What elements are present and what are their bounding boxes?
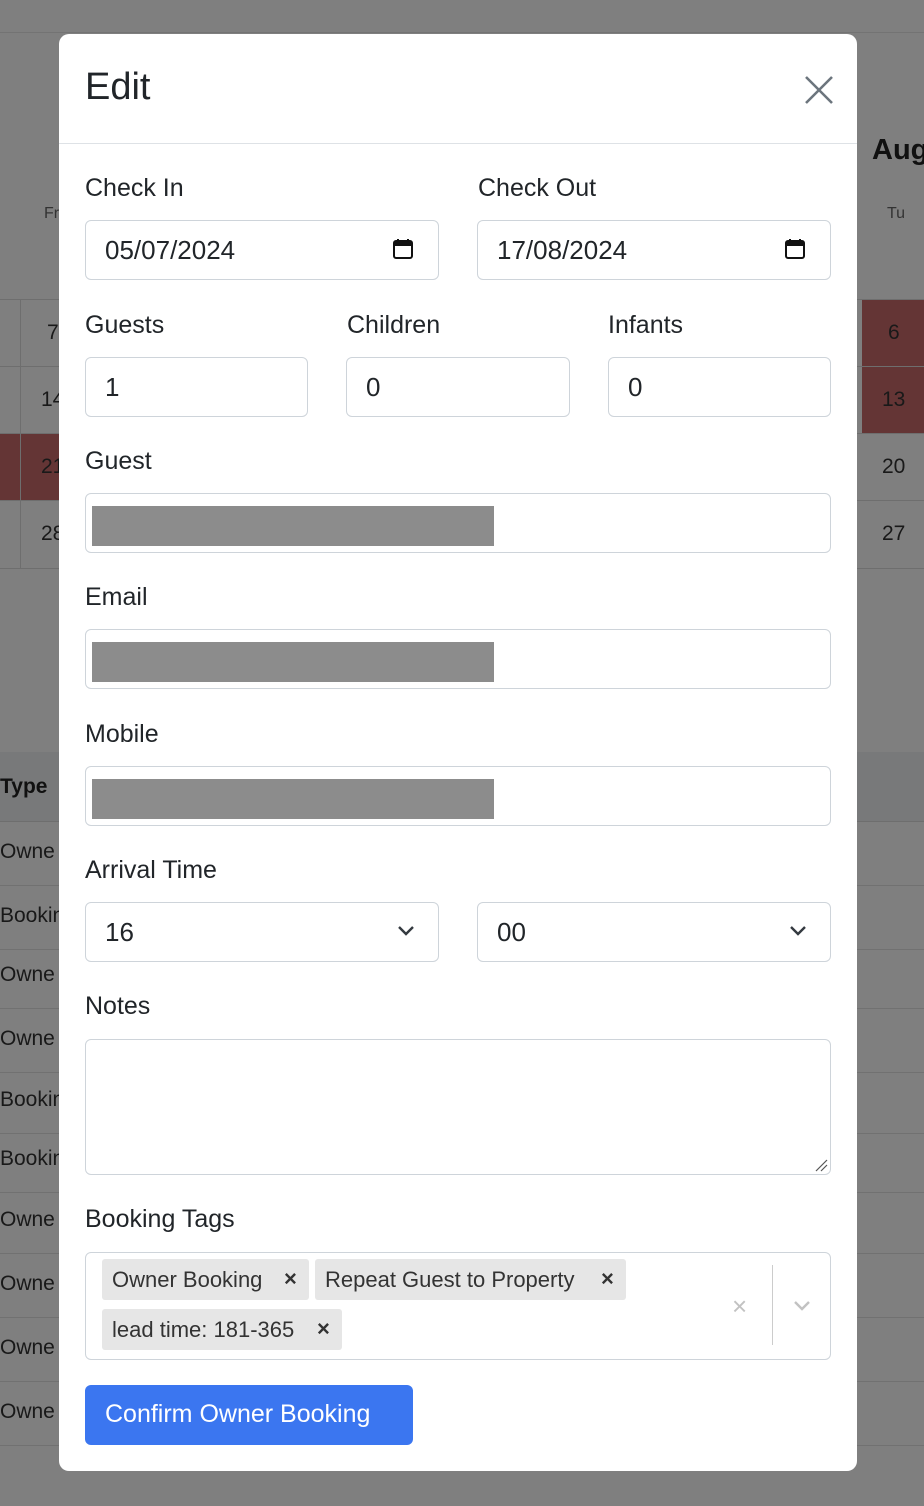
- check-out-value: 17/08/2024: [497, 235, 628, 265]
- confirm-owner-booking-button[interactable]: Confirm Owner Booking: [85, 1385, 413, 1445]
- email-field[interactable]: [85, 629, 831, 689]
- check-out-label: Check Out: [478, 174, 597, 202]
- mobile-field[interactable]: [85, 766, 831, 826]
- booking-tags-label: Booking Tags: [85, 1205, 235, 1233]
- chevron-down-icon: [790, 926, 806, 936]
- confirm-button-label: Confirm Owner Booking: [105, 1400, 371, 1428]
- email-label: Email: [85, 583, 148, 611]
- guests-input[interactable]: 1: [85, 357, 308, 417]
- chevron-down-icon: [398, 926, 414, 936]
- redacted-value: [92, 506, 494, 546]
- tag-chip: Owner Booking ×: [102, 1259, 309, 1300]
- children-label: Children: [347, 311, 441, 339]
- tag-chip: lead time: 181-365 ×: [102, 1309, 342, 1350]
- notes-textarea[interactable]: [85, 1039, 831, 1175]
- check-out-date-input[interactable]: 17/08/2024: [477, 220, 831, 280]
- infants-input[interactable]: 0: [608, 357, 831, 417]
- guests-label: Guests: [85, 311, 165, 339]
- mobile-label: Mobile: [85, 720, 159, 748]
- modal-title: Edit: [85, 66, 151, 108]
- arrival-hour-select[interactable]: 16: [85, 902, 439, 962]
- notes-label: Notes: [85, 992, 151, 1020]
- modal-header: Edit: [59, 34, 857, 144]
- redacted-value: [92, 779, 494, 819]
- close-icon: [805, 76, 833, 104]
- tag-label: Repeat Guest to Property: [325, 1267, 575, 1292]
- tag-chip: Repeat Guest to Property ×: [315, 1259, 626, 1300]
- arrival-minute-value: 00: [497, 917, 526, 947]
- infants-value: 0: [628, 372, 643, 402]
- children-input[interactable]: 0: [346, 357, 570, 417]
- edit-booking-modal: Edit Check In 05/07/2024 Check Out 17/08…: [59, 34, 857, 1471]
- check-in-label: Check In: [85, 174, 184, 202]
- arrival-time-label: Arrival Time: [85, 856, 217, 884]
- guest-label: Guest: [85, 447, 152, 475]
- chevron-down-icon[interactable]: [792, 1299, 812, 1313]
- close-button[interactable]: [799, 70, 839, 110]
- clear-tags-icon[interactable]: ×: [732, 1291, 747, 1322]
- remove-tag-icon[interactable]: ×: [317, 1316, 330, 1342]
- guest-name-input[interactable]: [85, 493, 831, 553]
- guests-value: 1: [105, 372, 120, 402]
- tag-label: lead time: 181-365: [112, 1317, 295, 1342]
- tag-label: Owner Booking: [112, 1267, 263, 1292]
- remove-tag-icon[interactable]: ×: [284, 1266, 297, 1292]
- remove-tag-icon[interactable]: ×: [601, 1266, 614, 1292]
- check-in-date-input[interactable]: 05/07/2024: [85, 220, 439, 280]
- resize-handle-icon[interactable]: [814, 1158, 828, 1172]
- divider: [772, 1265, 773, 1345]
- check-in-value: 05/07/2024: [105, 235, 236, 265]
- children-value: 0: [366, 372, 381, 402]
- calendar-icon[interactable]: [392, 238, 414, 260]
- booking-tags-multiselect[interactable]: Owner Booking × Repeat Guest to Property…: [85, 1252, 831, 1360]
- arrival-minute-select[interactable]: 00: [477, 902, 831, 962]
- calendar-icon[interactable]: [784, 238, 806, 260]
- redacted-value: [92, 642, 494, 682]
- arrival-hour-value: 16: [105, 917, 134, 947]
- infants-label: Infants: [608, 311, 684, 339]
